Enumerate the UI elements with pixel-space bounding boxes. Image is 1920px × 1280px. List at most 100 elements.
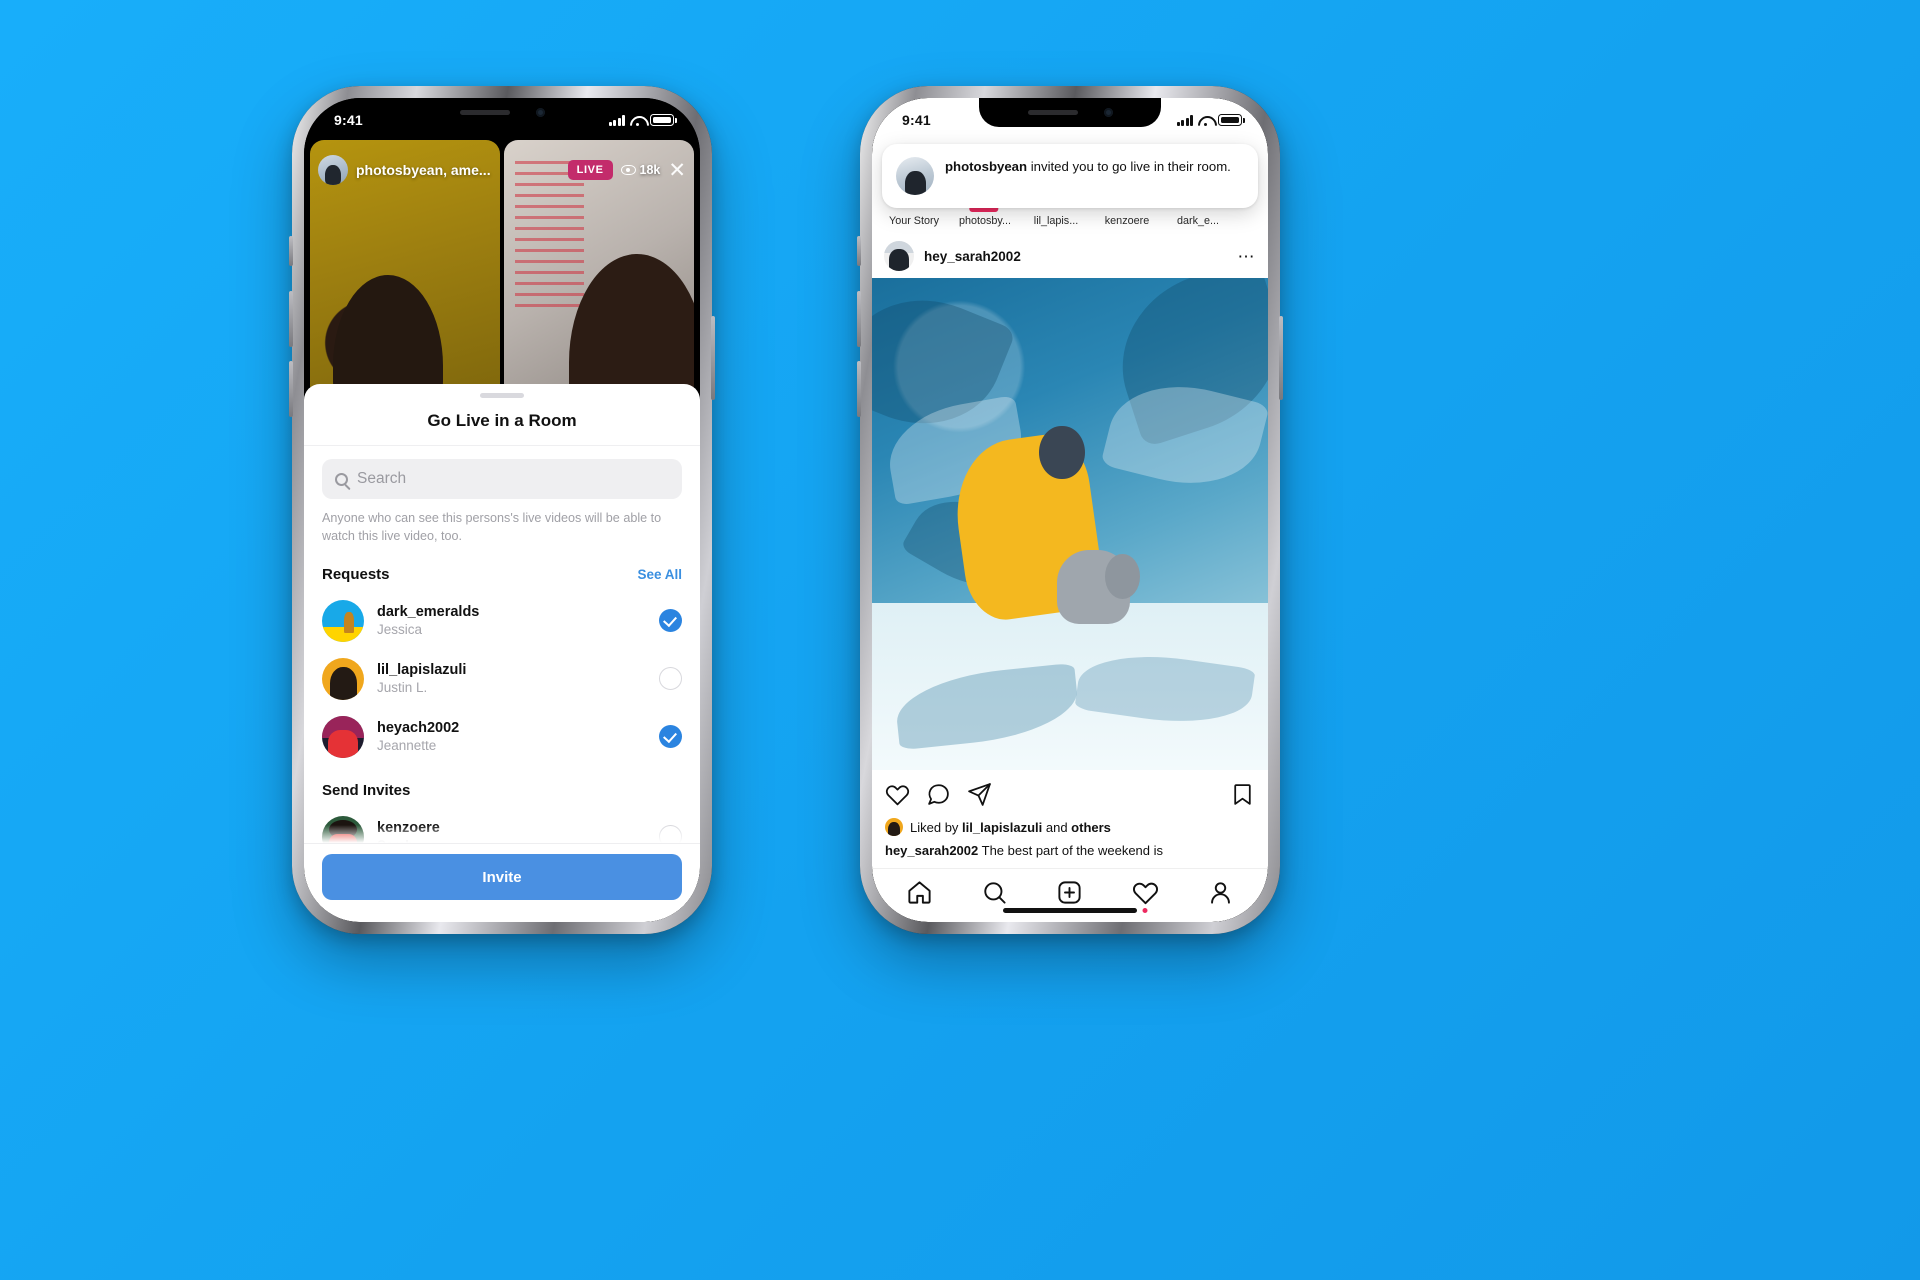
instagram-feed: + Your Story LIVE photosby... lil_lapis.…: [872, 98, 1268, 922]
story-label: lil_lapis...: [1033, 215, 1079, 227]
toast-username[interactable]: photosbyean: [945, 159, 1027, 174]
wifi-icon: [1198, 115, 1213, 126]
device-notch: [979, 98, 1161, 127]
volume-down-button[interactable]: [289, 361, 293, 417]
likes-prefix: Liked by: [910, 819, 963, 835]
power-button[interactable]: [711, 316, 715, 400]
post-caption: hey_sarah2002 The best part of the weeke…: [872, 841, 1268, 868]
post-username[interactable]: hey_sarah2002: [924, 249, 1228, 264]
see-all-link[interactable]: See All: [637, 567, 682, 582]
post-header: hey_sarah2002 ⋯: [872, 234, 1268, 278]
left-phone-device: 9:41 photosbyean, ame... LIVE 18k ✕ Go L…: [289, 86, 715, 934]
list-item[interactable]: dark_emeralds Jessica: [304, 592, 700, 650]
tab-search[interactable]: [981, 879, 1008, 906]
avatar: [322, 599, 364, 642]
home-indicator[interactable]: [435, 908, 569, 913]
device-notch: [411, 98, 593, 127]
story-label: kenzoere: [1104, 215, 1150, 227]
left-phone-screen: 9:41 photosbyean, ame... LIVE 18k ✕ Go L…: [304, 98, 700, 922]
caption-username[interactable]: hey_sarah2002: [885, 843, 978, 858]
story-label: photosby...: [958, 215, 1012, 227]
select-checkbox[interactable]: [659, 725, 682, 749]
front-camera: [535, 108, 545, 117]
bottom-tab-bar: [872, 868, 1268, 922]
select-checkbox[interactable]: [659, 667, 682, 691]
go-live-sheet: Go Live in a Room Search Anyone who can …: [304, 384, 700, 922]
live-participants-label: photosbyean, ame...: [356, 162, 491, 178]
mute-switch[interactable]: [289, 236, 293, 266]
volume-up-button[interactable]: [857, 291, 861, 347]
sheet-scroll-body[interactable]: Search Anyone who can see this persons's…: [304, 446, 700, 843]
list-item-username: dark_emeralds: [377, 603, 480, 620]
section-header-requests: Requests See All: [304, 550, 700, 592]
avatar: [322, 657, 364, 700]
story-label: dark_e...: [1176, 215, 1219, 227]
sheet-title: Go Live in a Room: [304, 398, 700, 446]
section-header-send-invites: Send Invites: [304, 766, 700, 808]
live-badge: LIVE: [567, 160, 613, 180]
cellular-bars-icon: [608, 114, 625, 126]
battery-icon: [1218, 114, 1245, 126]
liker-avatar: [885, 818, 903, 837]
list-item-realname: Jessica: [377, 621, 423, 637]
search-placeholder: Search: [357, 470, 407, 487]
avatar: [322, 715, 364, 758]
activity-badge-dot: [1142, 908, 1148, 913]
post-image[interactable]: [872, 278, 1268, 771]
section-title-requests: Requests: [322, 565, 390, 583]
tab-activity[interactable]: [1132, 879, 1159, 913]
status-time: 9:41: [334, 112, 363, 128]
list-item-username: lil_lapislazuli: [377, 661, 467, 678]
invite-button[interactable]: Invite: [322, 854, 682, 900]
tab-profile[interactable]: [1207, 879, 1234, 906]
likes-row: Liked by lil_lapislazuli and others: [872, 818, 1268, 841]
section-title-send-invites: Send Invites: [322, 781, 411, 799]
home-indicator[interactable]: [1003, 908, 1137, 913]
toast-message: invited you to go live in their room.: [1027, 159, 1231, 174]
heart-icon[interactable]: [885, 782, 910, 807]
list-item[interactable]: lil_lapislazuli Justin L.: [304, 650, 700, 708]
likes-username[interactable]: lil_lapislazuli: [962, 820, 1042, 835]
broadcaster-avatar[interactable]: [318, 155, 348, 185]
list-item-username: heyach2002: [377, 719, 460, 736]
tab-home[interactable]: [906, 879, 933, 906]
right-phone-device: + Your Story LIVE photosby... lil_lapis.…: [857, 86, 1283, 934]
bookmark-icon[interactable]: [1230, 782, 1255, 807]
earpiece-speaker: [459, 110, 510, 115]
volume-up-button[interactable]: [289, 291, 293, 347]
share-icon[interactable]: [967, 782, 992, 807]
status-time: 9:41: [902, 112, 931, 128]
post-actions: [872, 770, 1268, 818]
likes-others[interactable]: others: [1071, 820, 1111, 835]
caption-text: The best part of the weekend is: [978, 843, 1164, 859]
list-item[interactable]: heyach2002 Jeannette: [304, 708, 700, 766]
scroll-fade: [304, 825, 700, 843]
mute-switch[interactable]: [857, 236, 861, 266]
live-header-bar: photosbyean, ame... LIVE 18k ✕: [304, 150, 700, 190]
earpiece-speaker: [1027, 110, 1078, 115]
cellular-bars-icon: [1176, 114, 1193, 126]
power-button[interactable]: [1279, 316, 1283, 400]
close-icon[interactable]: ✕: [668, 160, 686, 181]
tab-add-post[interactable]: [1056, 879, 1083, 906]
photosbyean-avatar: [896, 157, 934, 195]
comment-icon[interactable]: [926, 782, 951, 807]
search-input[interactable]: Search: [322, 459, 682, 499]
wifi-icon: [630, 115, 645, 126]
live-invite-toast[interactable]: photosbyean invited you to go live in th…: [882, 144, 1258, 208]
eye-icon: [620, 165, 636, 175]
more-options-icon[interactable]: ⋯: [1238, 248, 1257, 265]
list-item-realname: Jeannette: [377, 737, 437, 753]
privacy-note: Anyone who can see this persons's live v…: [322, 511, 662, 543]
viewer-count-label: 18k: [639, 163, 661, 177]
list-item-realname: Justin L.: [377, 679, 428, 695]
select-checkbox[interactable]: [659, 609, 682, 633]
likes-suffix: and: [1042, 819, 1072, 835]
battery-icon: [650, 114, 677, 126]
story-label: Your Story: [888, 215, 939, 227]
right-phone-screen: + Your Story LIVE photosby... lil_lapis.…: [872, 98, 1268, 922]
hey-sarah-avatar[interactable]: [884, 241, 914, 271]
viewer-count: 18k: [620, 163, 661, 177]
volume-down-button[interactable]: [857, 361, 861, 417]
search-icon: [335, 472, 348, 486]
